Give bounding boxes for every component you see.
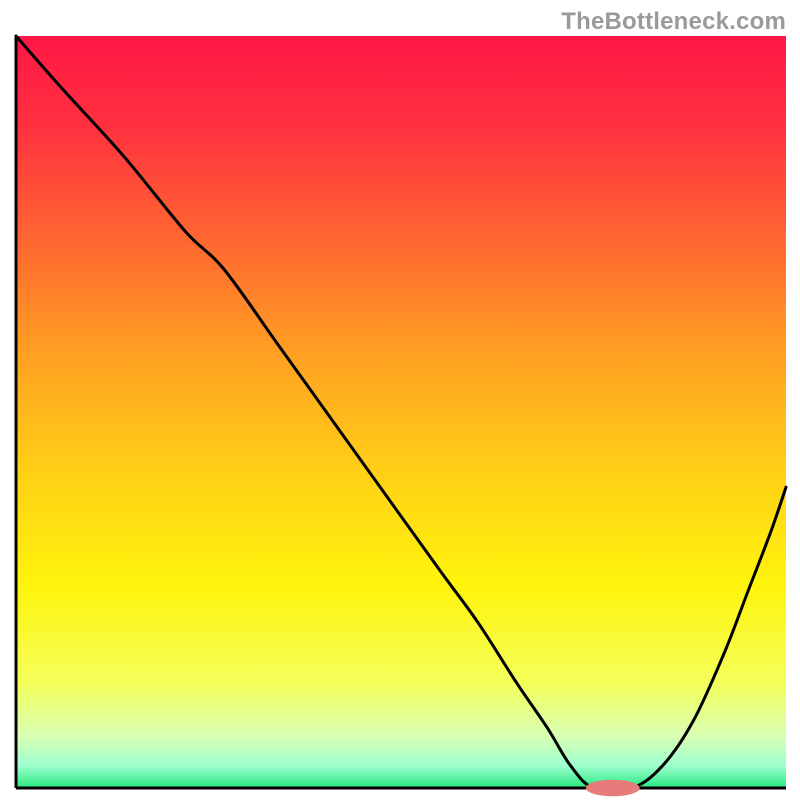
chart-background [16, 36, 786, 788]
optimal-marker [586, 780, 640, 797]
chart-svg [0, 0, 800, 800]
